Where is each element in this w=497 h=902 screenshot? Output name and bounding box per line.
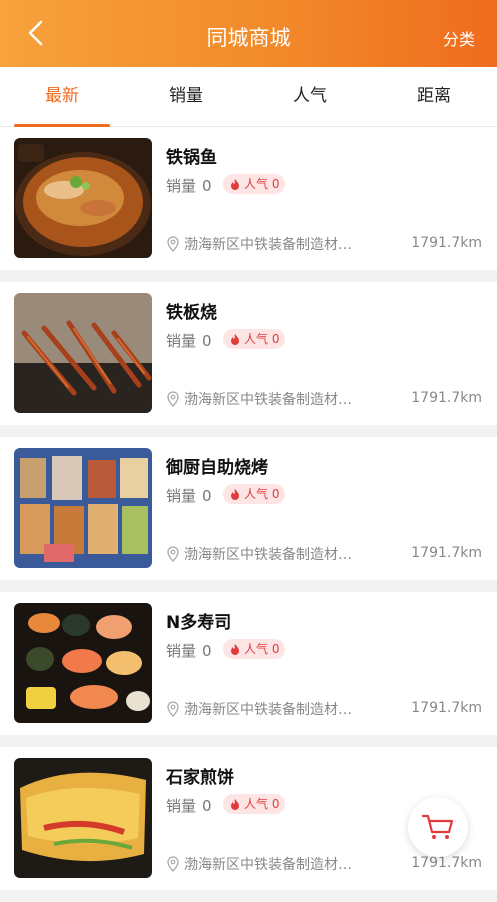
shopping-cart-icon xyxy=(421,814,454,839)
distance-text: 1791.7km xyxy=(411,545,482,561)
shop-list: 铁锅鱼 销量 0 人气 0 渤海新区中铁装备制造材… 1791.7km 铁板烧 … xyxy=(0,127,497,902)
popularity-badge: 人气 0 xyxy=(223,639,286,659)
sales-value: 0 xyxy=(202,642,212,660)
sort-tabs: 最新 销量 人气 距离 xyxy=(0,67,497,127)
sales-value: 0 xyxy=(202,177,212,195)
tab-sales[interactable]: 销量 xyxy=(124,67,248,127)
shop-image xyxy=(14,138,152,258)
shop-list-item[interactable]: N多寿司 销量 0 人气 0 渤海新区中铁装备制造材… 1791.7km xyxy=(0,592,497,735)
flame-icon xyxy=(231,799,239,810)
sales-label: 销量 xyxy=(166,797,197,815)
sales-label: 销量 xyxy=(166,332,197,350)
distance-text: 1791.7km xyxy=(411,235,482,251)
popularity-value: 人气 0 xyxy=(244,332,280,346)
sales-count: 销量 0 xyxy=(166,795,212,816)
popularity-badge: 人气 0 xyxy=(223,484,286,504)
address-text: 渤海新区中铁装备制造材… xyxy=(184,237,352,253)
shop-list-item[interactable]: 御厨自助烧烤 销量 0 人气 0 渤海新区中铁装备制造材… 1791.7km xyxy=(0,437,497,580)
sales-count: 销量 0 xyxy=(166,485,212,506)
shop-address: 渤海新区中铁装备制造材… xyxy=(166,389,396,409)
sales-count: 销量 0 xyxy=(166,330,212,351)
shop-name: 石家煎饼 xyxy=(166,768,234,788)
location-pin-icon xyxy=(167,391,179,407)
sales-label: 销量 xyxy=(166,177,197,195)
shop-name: 御厨自助烧烤 xyxy=(166,458,268,478)
location-pin-icon xyxy=(167,701,179,717)
page-title: 同城商城 xyxy=(206,26,291,50)
popularity-value: 人气 0 xyxy=(244,487,280,501)
popularity-value: 人气 0 xyxy=(244,797,280,811)
location-pin-icon xyxy=(167,546,179,562)
tab-distance[interactable]: 距离 xyxy=(372,67,496,127)
shop-image xyxy=(14,603,152,723)
shop-list-item[interactable]: 铁板烧 销量 0 人气 0 渤海新区中铁装备制造材… 1791.7km xyxy=(0,282,497,425)
sales-label: 销量 xyxy=(166,642,197,660)
distance-text: 1791.7km xyxy=(411,855,482,871)
location-pin-icon xyxy=(167,236,179,252)
shop-image xyxy=(14,758,152,878)
popularity-value: 人气 0 xyxy=(244,642,280,656)
shop-address: 渤海新区中铁装备制造材… xyxy=(166,699,396,719)
distance-text: 1791.7km xyxy=(411,700,482,716)
flame-icon xyxy=(231,334,239,345)
shop-list-item[interactable]: 铁锅鱼 销量 0 人气 0 渤海新区中铁装备制造材… 1791.7km xyxy=(0,127,497,270)
tab-label: 最新 xyxy=(45,86,79,106)
sales-label: 销量 xyxy=(166,487,197,505)
tab-label: 距离 xyxy=(417,86,451,106)
shop-image xyxy=(14,448,152,568)
shop-name: 铁锅鱼 xyxy=(166,148,217,168)
popularity-value: 人气 0 xyxy=(244,177,280,191)
location-pin-icon xyxy=(167,856,179,872)
shop-address: 渤海新区中铁装备制造材… xyxy=(166,854,396,874)
header-bar: 同城商城 分类 xyxy=(0,0,497,67)
address-text: 渤海新区中铁装备制造材… xyxy=(184,857,352,873)
sales-value: 0 xyxy=(202,487,212,505)
popularity-badge: 人气 0 xyxy=(223,794,286,814)
address-text: 渤海新区中铁装备制造材… xyxy=(184,702,352,718)
popularity-badge: 人气 0 xyxy=(223,174,286,194)
distance-text: 1791.7km xyxy=(411,390,482,406)
shop-address: 渤海新区中铁装备制造材… xyxy=(166,234,396,254)
category-button[interactable]: 分类 xyxy=(443,26,475,50)
shop-name: 铁板烧 xyxy=(166,303,217,323)
address-text: 渤海新区中铁装备制造材… xyxy=(184,392,352,408)
shop-name: N多寿司 xyxy=(166,613,232,633)
flame-icon xyxy=(231,644,239,655)
popularity-badge: 人气 0 xyxy=(223,329,286,349)
flame-icon xyxy=(231,179,239,190)
shop-image xyxy=(14,293,152,413)
cart-button[interactable] xyxy=(408,797,468,857)
address-text: 渤海新区中铁装备制造材… xyxy=(184,547,352,563)
sales-count: 销量 0 xyxy=(166,640,212,661)
tab-label: 人气 xyxy=(293,86,327,106)
tab-popularity[interactable]: 人气 xyxy=(248,67,372,127)
sales-value: 0 xyxy=(202,332,212,350)
tab-label: 销量 xyxy=(169,86,203,106)
flame-icon xyxy=(231,489,239,500)
tab-newest[interactable]: 最新 xyxy=(0,67,124,127)
sales-count: 销量 0 xyxy=(166,175,212,196)
sales-value: 0 xyxy=(202,797,212,815)
shop-address: 渤海新区中铁装备制造材… xyxy=(166,544,396,564)
